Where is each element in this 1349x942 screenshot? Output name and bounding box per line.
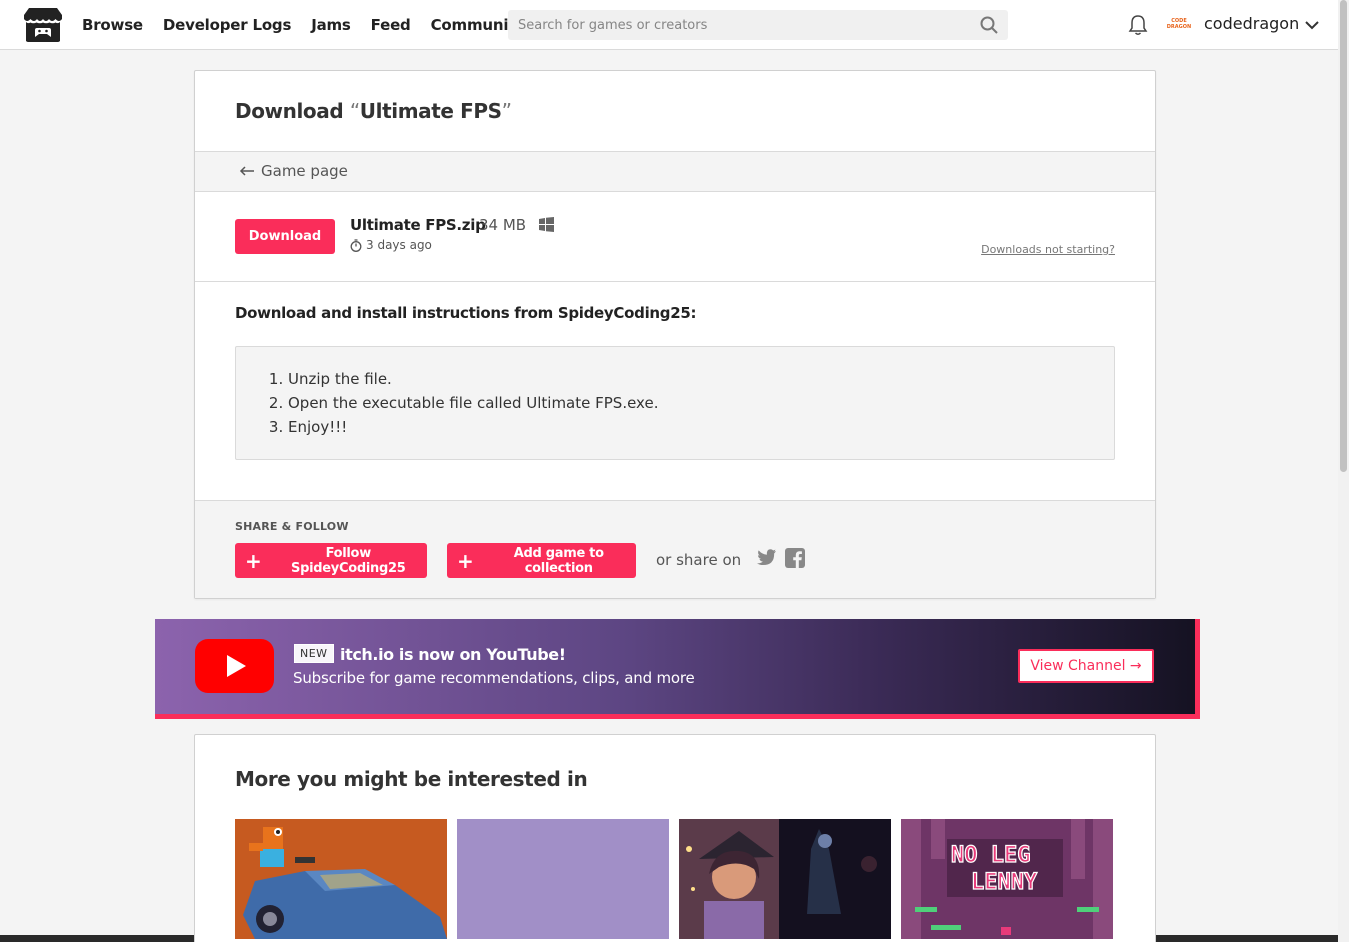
page-title: Download “Ultimate FPS” xyxy=(235,99,512,123)
upload-date-text: 3 days ago xyxy=(366,238,432,252)
page-scrollbar[interactable] xyxy=(1338,0,1349,942)
arrow-left-icon xyxy=(239,166,254,176)
youtube-banner: NEW itch.io is now on YouTube! Subscribe… xyxy=(155,619,1200,719)
game-thumbnail[interactable]: NO LEG LENNY xyxy=(901,819,1113,939)
search-input[interactable] xyxy=(508,10,968,40)
game-page-link[interactable]: Game page xyxy=(239,162,348,180)
nav-feed[interactable]: Feed xyxy=(371,16,411,34)
share-follow-label: SHARE & FOLLOW xyxy=(235,520,349,533)
add-to-collection-button[interactable]: + Add game to collection xyxy=(447,543,636,578)
no-leg-lenny-art: NO LEG LENNY xyxy=(901,819,1113,939)
main-nav: Browse Developer Logs Jams Feed Communit… xyxy=(82,0,525,50)
youtube-title: itch.io is now on YouTube! xyxy=(340,645,566,664)
instructions-title: Download and install instructions from S… xyxy=(235,304,697,322)
title-close-quote: ” xyxy=(501,99,512,123)
title-game-name: Ultimate FPS xyxy=(359,99,502,123)
share-follow-section: SHARE & FOLLOW + Follow SpideyCoding25 +… xyxy=(195,500,1155,598)
search-bar xyxy=(508,10,1008,40)
instructions-box: Unzip the file. Open the executable file… xyxy=(235,346,1115,460)
download-row: Download Ultimate FPS.zip 34 MB 3 days a… xyxy=(195,192,1155,282)
instruction-step: Enjoy!!! xyxy=(288,415,658,439)
no-leg-lenny-line2: LENNY xyxy=(971,870,1038,895)
back-nav-strip: Game page xyxy=(195,151,1155,192)
itchio-logo-icon[interactable] xyxy=(23,7,63,43)
youtube-subtitle: Subscribe for game recommendations, clip… xyxy=(293,669,695,687)
search-icon[interactable] xyxy=(980,16,998,34)
title-prefix: Download xyxy=(235,99,350,123)
instruction-step: Unzip the file. xyxy=(288,367,658,391)
game-thumbnail[interactable] xyxy=(235,819,447,939)
avatar[interactable]: CODE DRAGON xyxy=(1166,12,1192,38)
witch-game-art xyxy=(679,819,891,939)
or-share-on-text: or share on xyxy=(656,551,742,569)
chevron-down-icon[interactable] xyxy=(1304,17,1320,33)
game-thumbnail[interactable] xyxy=(457,819,669,939)
stopwatch-icon xyxy=(350,238,362,252)
game-thumbnail[interactable] xyxy=(679,819,891,939)
no-leg-lenny-line1: NO LEG xyxy=(951,843,1030,868)
scrollbar-thumb[interactable] xyxy=(1340,0,1347,472)
recommendations-card: More you might be interested in NO LEG L… xyxy=(194,734,1156,942)
twitter-icon[interactable] xyxy=(754,548,776,568)
download-button[interactable]: Download xyxy=(235,219,335,254)
instructions-list: Unzip the file. Open the executable file… xyxy=(288,367,658,439)
instruction-step: Open the executable file called Ultimate… xyxy=(288,391,658,415)
nav-developer-logs[interactable]: Developer Logs xyxy=(163,16,291,34)
windows-icon xyxy=(539,217,554,232)
new-badge: NEW xyxy=(294,644,334,663)
add-to-collection-label: Add game to collection xyxy=(513,545,604,576)
top-header: Browse Developer Logs Jams Feed Communit… xyxy=(0,0,1338,50)
username[interactable]: codedragon xyxy=(1204,14,1299,33)
nav-jams[interactable]: Jams xyxy=(311,16,351,34)
plus-icon: + xyxy=(245,548,262,573)
car-game-art xyxy=(235,819,447,939)
youtube-logo-icon[interactable] xyxy=(195,639,274,693)
file-name: Ultimate FPS.zip xyxy=(350,216,486,234)
title-open-quote: “ xyxy=(349,99,360,123)
view-channel-button[interactable]: View Channel → xyxy=(1018,649,1154,683)
follow-button-label: Follow SpideyCoding25 xyxy=(291,545,406,576)
download-card: Download “Ultimate FPS” Game page Downlo… xyxy=(194,70,1156,599)
upload-date: 3 days ago xyxy=(350,238,432,252)
nav-browse[interactable]: Browse xyxy=(82,16,143,34)
downloads-not-starting-link[interactable]: Downloads not starting? xyxy=(981,243,1115,256)
game-page-label: Game page xyxy=(261,162,348,180)
notification-bell-icon[interactable] xyxy=(1128,14,1148,36)
file-size: 34 MB xyxy=(479,216,527,234)
recommendations-title: More you might be interested in xyxy=(235,767,588,791)
plus-icon: + xyxy=(457,548,474,573)
follow-button[interactable]: + Follow SpideyCoding25 xyxy=(235,543,427,578)
facebook-icon[interactable] xyxy=(785,548,805,568)
